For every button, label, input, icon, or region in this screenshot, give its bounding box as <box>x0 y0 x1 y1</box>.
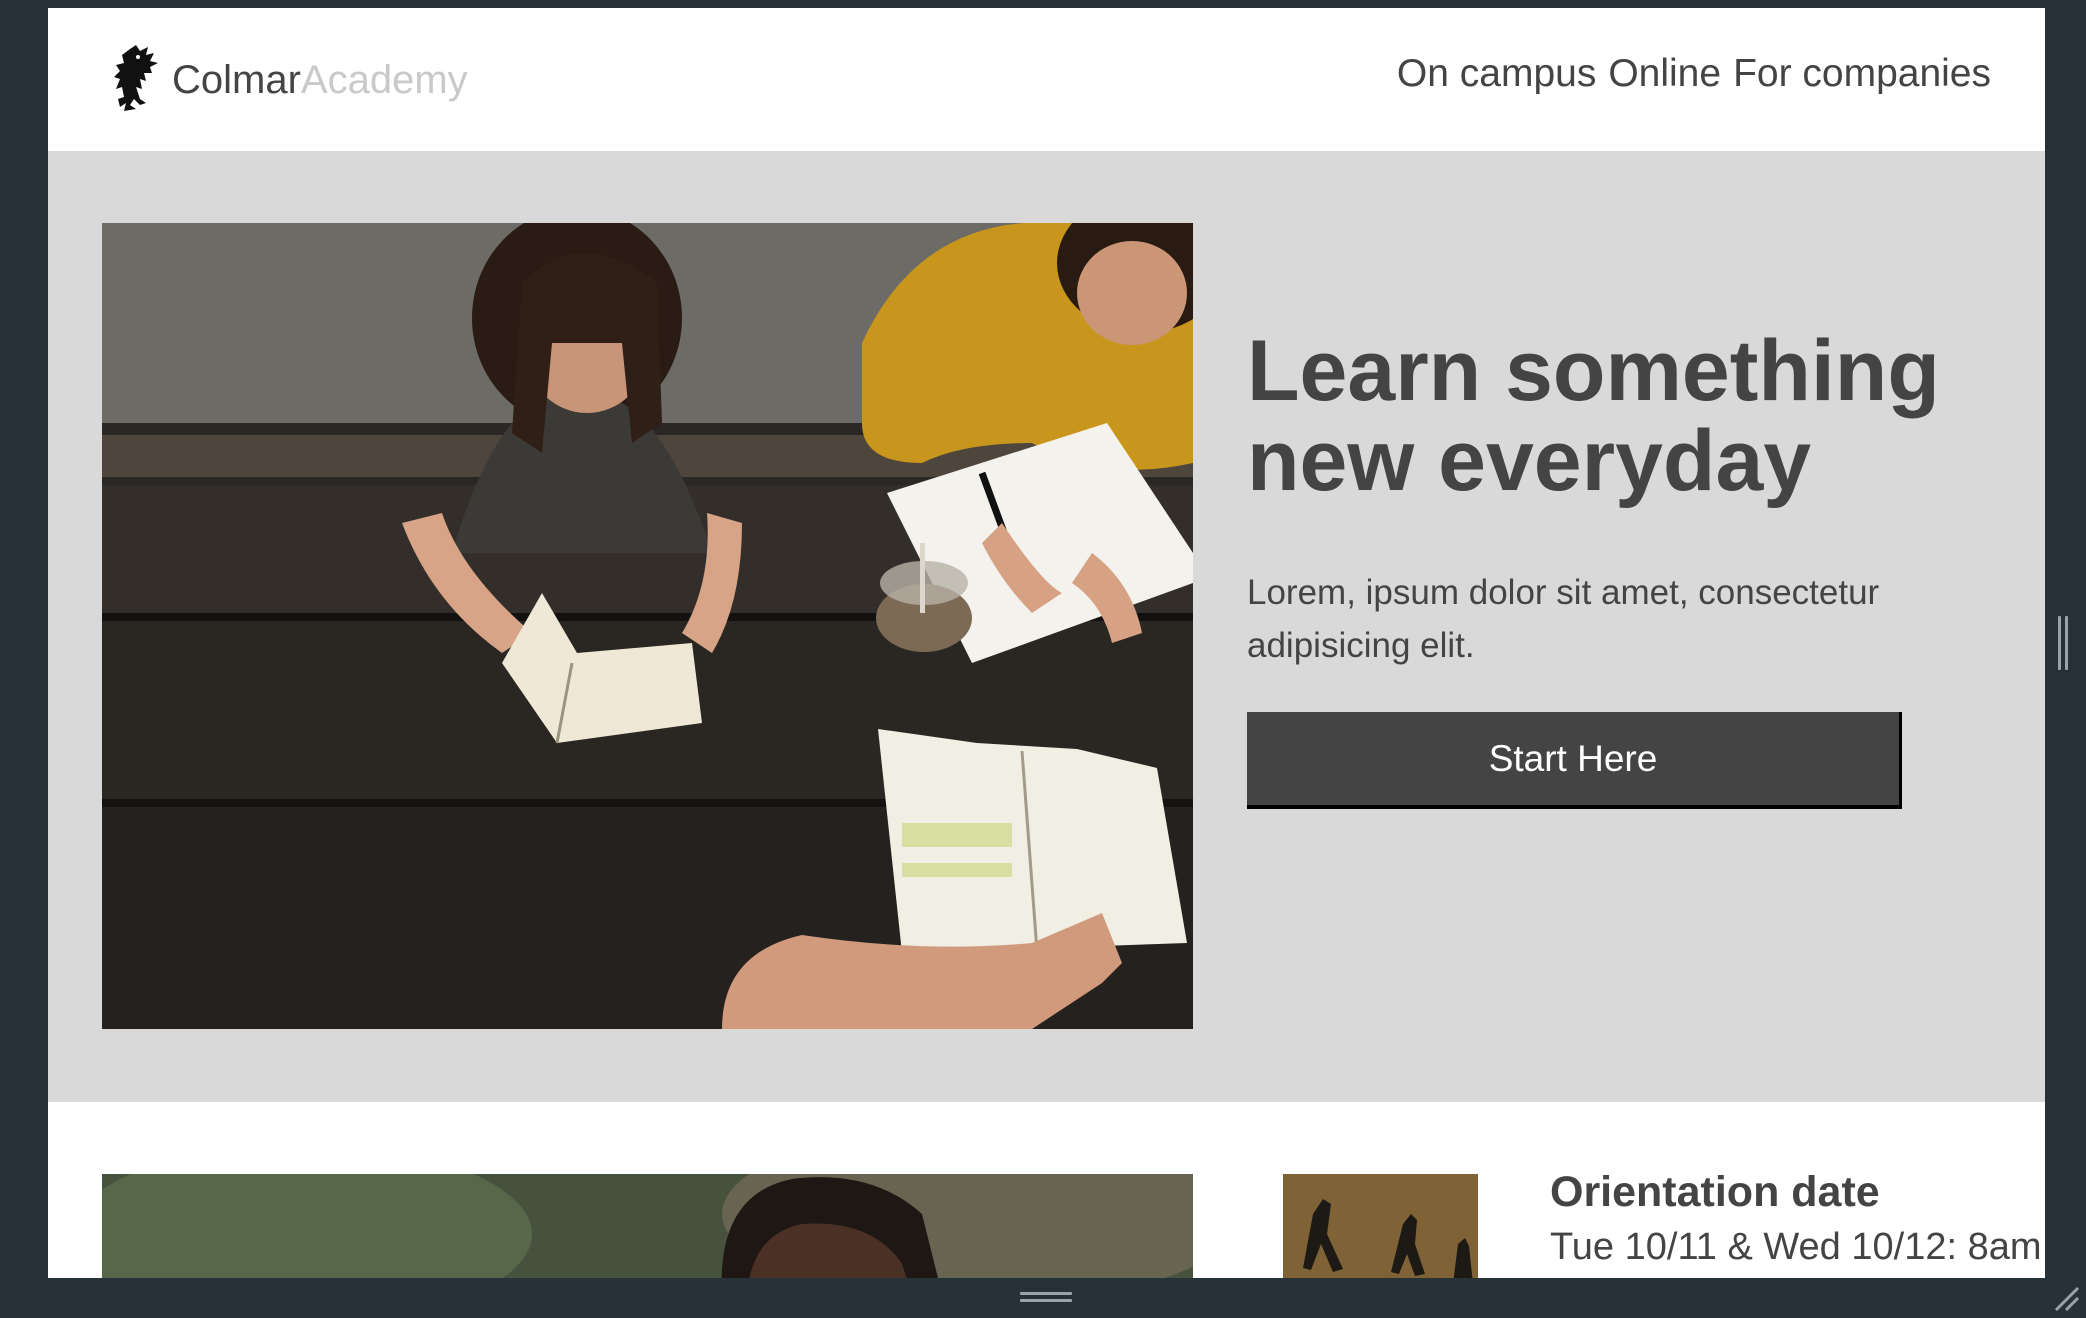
brand-name: ColmarAcademy <box>172 58 468 103</box>
event-title: Orientation date <box>1550 1168 1880 1216</box>
main-nav: On campus Online For companies <box>1397 48 1991 100</box>
hero-title: Learn something new everyday <box>1247 323 1940 509</box>
nav-item-for-companies[interactable]: For companies <box>1733 52 1991 96</box>
student-portrait-photo <box>102 1174 1193 1278</box>
events-section: Orientation date Tue 10/11 & Wed 10/12: … <box>48 1102 2045 1278</box>
window-bottom-bar <box>48 1278 2086 1318</box>
event-date: Tue 10/11 & Wed 10/12: 8am <box>1550 1226 2042 1268</box>
nav-item-online[interactable]: Online <box>1608 52 1721 96</box>
vertical-resize-handle[interactable] <box>2058 616 2072 670</box>
start-here-button[interactable]: Start Here <box>1247 712 1902 809</box>
browser-viewport: ColmarAcademy On campus Online For compa… <box>48 8 2045 1278</box>
lion-logo-icon <box>110 43 164 118</box>
hero-section: Learn something new everyday Lorem, ipsu… <box>48 151 2045 1102</box>
orientation-thumbnail <box>1283 1174 1478 1278</box>
hero-photo-students-studying <box>102 223 1193 1029</box>
drag-handle-icon[interactable] <box>1020 1292 1072 1304</box>
resize-corner-icon[interactable] <box>2052 1284 2080 1312</box>
hero-text: Lorem, ipsum dolor sit amet, consectetur… <box>1247 573 1880 665</box>
logo-link[interactable]: ColmarAcademy <box>110 40 468 120</box>
nav-item-on-campus[interactable]: On campus <box>1397 52 1596 96</box>
hero-copy: Learn something new everyday Lorem, ipsu… <box>1247 326 1947 809</box>
brand-name-part2: Academy <box>300 57 468 102</box>
site-header: ColmarAcademy On campus Online For compa… <box>48 8 2045 151</box>
brand-name-part1: Colmar <box>172 57 301 102</box>
